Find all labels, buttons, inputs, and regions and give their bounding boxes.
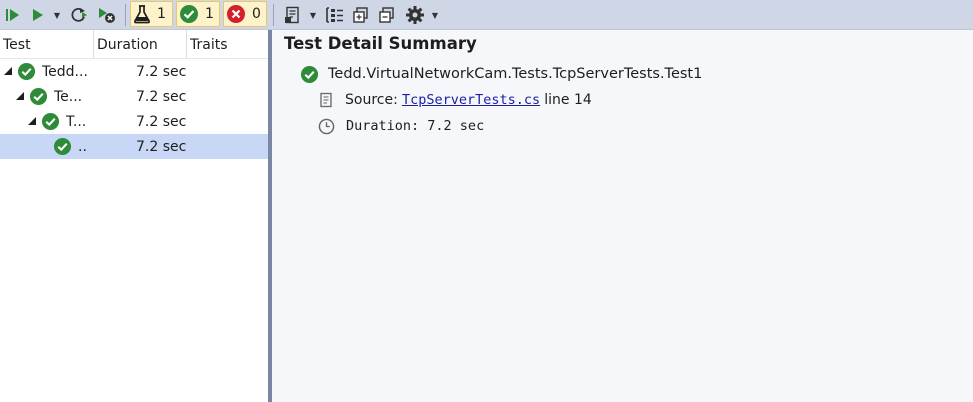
playlist-icon xyxy=(285,6,299,24)
tree-row-class[interactable]: T... 7.2 sec xyxy=(0,109,268,134)
run-all-icon xyxy=(6,9,19,21)
collapse-all-icon xyxy=(379,7,394,23)
play-cancel-icon xyxy=(99,8,115,23)
tree-row-name: Tedd... xyxy=(42,64,88,80)
detail-summary-title: Test Detail Summary xyxy=(284,34,477,53)
run-dropdown-chevron-icon[interactable]: ▼ xyxy=(52,3,62,27)
expanded-triangle-icon[interactable] xyxy=(4,67,12,75)
detail-test-name: Tedd.VirtualNetworkCam.Tests.TcpServerTe… xyxy=(328,66,703,82)
tree-row-project[interactable]: Tedd... 7.2 sec xyxy=(0,59,268,84)
source-file-icon xyxy=(320,92,332,108)
run-button[interactable] xyxy=(28,3,48,27)
tree-row-name: .. xyxy=(78,139,87,155)
tree-row-name: T... xyxy=(66,114,87,130)
pass-check-icon xyxy=(17,62,36,81)
tree-row-duration: 7.2 sec xyxy=(136,139,187,155)
duration-label: Duration: xyxy=(346,118,420,134)
passed-tests-filter[interactable]: 1 xyxy=(176,1,220,27)
column-header-test[interactable]: Test xyxy=(0,30,94,58)
flask-icon xyxy=(134,5,150,24)
playlist-dropdown-chevron-icon[interactable]: ▼ xyxy=(308,3,318,27)
tree-column-header: Test Duration Traits xyxy=(0,30,268,59)
fail-x-icon xyxy=(227,5,245,23)
tree-row-name: Te... xyxy=(54,89,83,105)
source-label: Source: xyxy=(345,92,398,108)
column-header-traits[interactable]: Traits xyxy=(187,30,268,58)
toolbar-separator xyxy=(273,4,274,26)
tree-row-duration: 7.2 sec xyxy=(136,114,187,130)
duration-value: 7.2 sec xyxy=(427,118,485,134)
group-by-icon xyxy=(326,7,343,23)
settings-button[interactable] xyxy=(404,3,426,27)
total-tests-filter[interactable]: 1 xyxy=(130,1,173,27)
expand-all-button[interactable] xyxy=(350,3,372,27)
expanded-triangle-icon[interactable] xyxy=(16,92,24,100)
toolbar-separator xyxy=(125,4,126,26)
failed-count: 0 xyxy=(252,6,261,22)
repeat-icon xyxy=(71,7,87,22)
detail-test-name-line: Tedd.VirtualNetworkCam.Tests.TcpServerTe… xyxy=(300,62,702,86)
run-all-button[interactable] xyxy=(3,3,23,27)
run-icon xyxy=(33,9,43,21)
column-header-duration[interactable]: Duration xyxy=(94,30,187,58)
collapse-all-button[interactable] xyxy=(376,3,398,27)
total-count: 1 xyxy=(157,6,166,22)
playlist-button[interactable] xyxy=(282,3,304,27)
test-detail-panel: Test Detail Summary Tedd.VirtualNetworkC… xyxy=(272,30,973,402)
group-by-button[interactable] xyxy=(324,3,346,27)
pass-check-icon xyxy=(29,87,48,106)
source-file-link[interactable]: TcpServerTests.cs xyxy=(402,92,540,108)
passed-count: 1 xyxy=(205,6,214,22)
detail-duration-line: Duration: 7.2 sec xyxy=(318,115,484,137)
failed-tests-filter[interactable]: 0 xyxy=(223,1,267,27)
pass-check-icon xyxy=(300,65,319,83)
clock-icon xyxy=(318,118,335,134)
pass-check-icon xyxy=(180,5,198,23)
gear-icon xyxy=(406,6,424,24)
repeat-last-run-button[interactable] xyxy=(68,3,90,27)
tree-row-test-selected[interactable]: .. 7.2 sec xyxy=(0,134,268,159)
expanded-triangle-icon[interactable] xyxy=(28,117,36,125)
tree-row-duration: 7.2 sec xyxy=(136,89,187,105)
test-tree-panel: Test Duration Traits Tedd... 7.2 sec Te.… xyxy=(0,30,268,402)
expand-all-icon xyxy=(353,7,368,23)
settings-dropdown-chevron-icon[interactable]: ▼ xyxy=(430,3,440,27)
source-line-number: line 14 xyxy=(544,92,592,108)
test-explorer-toolbar: ▼ 1 1 0 ▼ ▼ xyxy=(0,0,973,30)
pass-check-icon xyxy=(41,112,60,131)
pass-check-icon xyxy=(53,137,72,156)
tree-row-duration: 7.2 sec xyxy=(136,64,187,80)
detail-source-line: Source: TcpServerTests.cs line 14 xyxy=(318,89,592,111)
tree-row-namespace[interactable]: Te... 7.2 sec xyxy=(0,84,268,109)
cancel-button[interactable] xyxy=(96,3,118,27)
